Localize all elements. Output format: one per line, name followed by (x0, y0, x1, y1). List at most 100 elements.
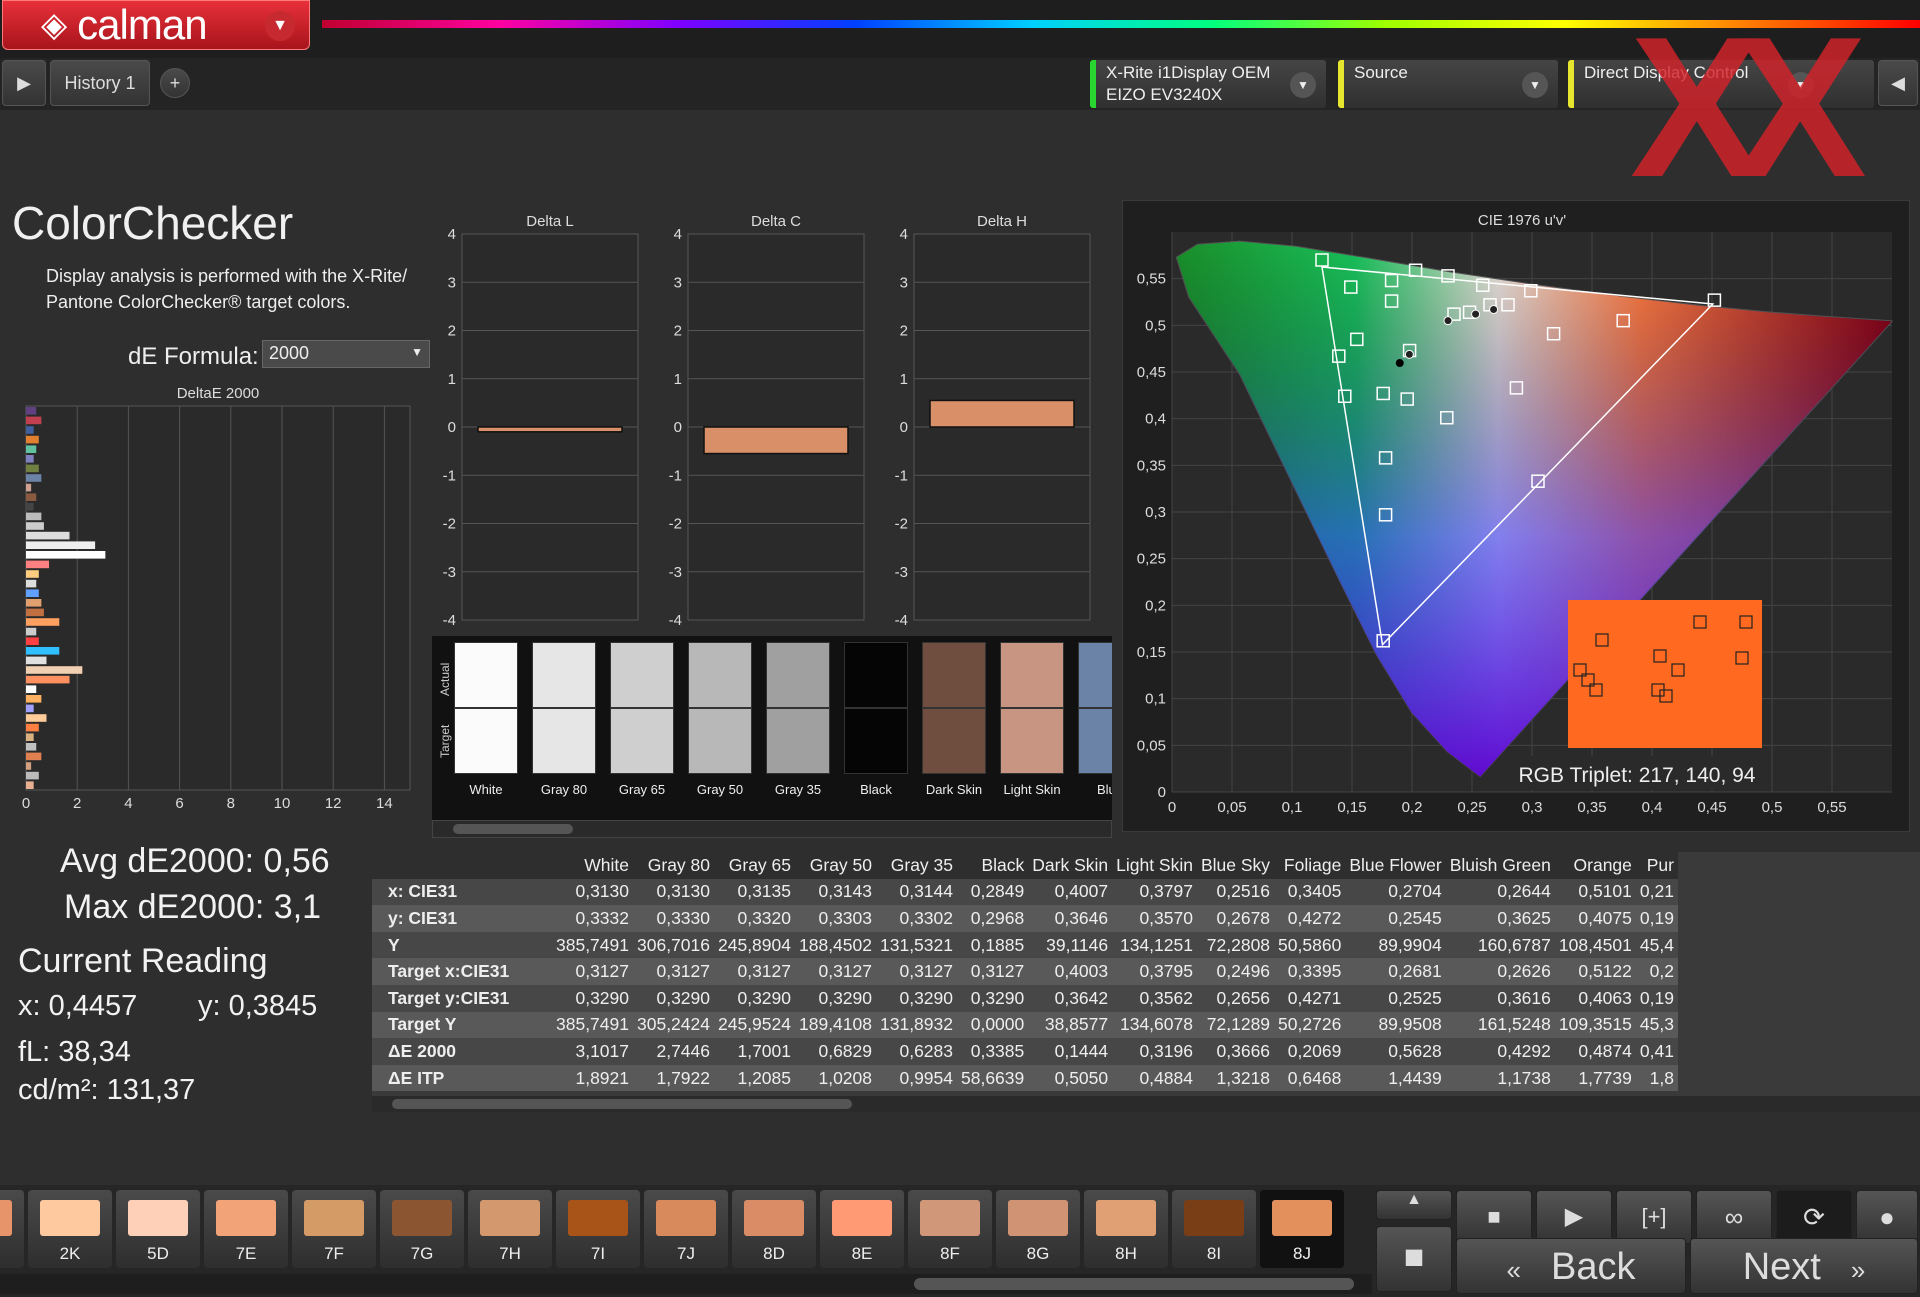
play-icon[interactable]: ▶ (2, 60, 46, 106)
column-header: Gray 80 (647, 854, 710, 875)
add-tab-button[interactable]: + (160, 68, 190, 98)
tab-history-label: History 1 (64, 72, 136, 93)
patch-scrollbar[interactable] (0, 1274, 1372, 1294)
back-button[interactable]: « Back (1456, 1238, 1686, 1294)
deltae-bar (26, 695, 42, 703)
y-tick-label: 0,5 (1145, 317, 1166, 334)
table-cell: 0,5122 (1578, 961, 1632, 982)
swatch-actual[interactable] (922, 642, 986, 708)
swatch-actual[interactable] (454, 642, 518, 708)
table-cell: 0,3290 (818, 987, 872, 1008)
column-header: Black (981, 854, 1025, 875)
deltae-bar (26, 666, 83, 674)
swatch-target[interactable] (454, 708, 518, 774)
scrollbar-thumb[interactable] (453, 824, 573, 834)
table-scrollbar[interactable] (372, 1096, 1920, 1112)
table-cell: 385,7491 (556, 934, 629, 955)
swatch-target[interactable] (1078, 708, 1112, 774)
patch-chip[interactable]: 7J (644, 1190, 728, 1268)
patch-chip[interactable]: 7F (292, 1190, 376, 1268)
tab-history[interactable]: History 1 (50, 60, 150, 106)
patch-chip[interactable]: 8F (908, 1190, 992, 1268)
swatch-actual[interactable] (688, 642, 752, 708)
swatch-label: Light Skin (1003, 782, 1061, 797)
play-icon[interactable]: ▶ (1536, 1190, 1612, 1244)
patch-chip[interactable]: 5D (116, 1190, 200, 1268)
rgb-triplet: RGB Triplet: 217, 140, 94 (1518, 764, 1756, 787)
current-x: x: 0,4457 (18, 990, 138, 1022)
source-selector[interactable]: Source ▼ (1338, 60, 1558, 108)
patch-chip[interactable]: 8H (1084, 1190, 1168, 1268)
swatch-target[interactable] (610, 708, 674, 774)
swatch-target[interactable] (1000, 708, 1064, 774)
refresh-icon[interactable]: ⟳ (1776, 1190, 1852, 1244)
patch-chip[interactable]: 2K (28, 1190, 112, 1268)
table-cell: 0,3143 (818, 881, 872, 902)
swatch-actual[interactable] (1000, 642, 1064, 708)
circle-icon[interactable]: ● (1856, 1190, 1918, 1244)
table-cell: 0,3302 (899, 907, 953, 928)
swatch-actual[interactable] (610, 642, 674, 708)
table-cell: 0,2516 (1216, 881, 1271, 902)
stop-square-icon[interactable]: ■ (1376, 1226, 1452, 1292)
swatch-actual[interactable] (844, 642, 908, 708)
y-tick-label: 3 (900, 274, 908, 291)
table-cell: 0,41 (1639, 1040, 1674, 1061)
row-label: ΔE 2000 (388, 1040, 457, 1061)
table-cell: 0,5050 (1054, 1067, 1109, 1088)
patch-chip[interactable]: 8J (1260, 1190, 1344, 1268)
patch-scrollbar-thumb[interactable] (914, 1278, 1354, 1290)
table-scrollbar-thumb[interactable] (392, 1099, 852, 1109)
measure-frame-icon[interactable]: [+] (1616, 1190, 1692, 1244)
patch-chip[interactable]: 2F (0, 1190, 24, 1268)
diamond-logo-icon: ◈ (41, 6, 68, 44)
chevron-down-icon[interactable]: ▼ (265, 11, 295, 41)
table-cell: 1,0208 (818, 1067, 872, 1088)
display-name: EIZO EV3240X (1106, 85, 1223, 104)
patch-chip[interactable]: 8D (732, 1190, 816, 1268)
swatch-target[interactable] (532, 708, 596, 774)
current-point (1395, 359, 1404, 368)
patch-label: 8E (851, 1244, 873, 1263)
table-cell: 0,3797 (1139, 881, 1193, 902)
table-cell: 0,6283 (899, 1040, 953, 1061)
swatch-actual[interactable] (766, 642, 830, 708)
patch-chip[interactable]: 7I (556, 1190, 640, 1268)
swatch-target[interactable] (922, 708, 986, 774)
table-cell: 38,8577 (1044, 1014, 1109, 1035)
patch-chip[interactable]: 8G (996, 1190, 1080, 1268)
patch-chip[interactable]: 7H (468, 1190, 552, 1268)
y-tick-label: -1 (669, 467, 682, 484)
results-table: White Gray 80 Gray 65 Gray 50 Gray 35 Black Da… (372, 852, 1920, 1112)
loop-icon[interactable]: ∞ (1696, 1190, 1772, 1244)
meter-selector[interactable]: X-Rite i1Display OEM EIZO EV3240X ▼ (1090, 60, 1326, 108)
de-formula-select[interactable]: 2000 ▼ (262, 340, 430, 368)
next-button[interactable]: Next » (1690, 1238, 1918, 1294)
swatch-target[interactable] (688, 708, 752, 774)
patch-swatch (656, 1200, 716, 1236)
swatch-actual[interactable] (1078, 642, 1112, 708)
x-tick-label: 6 (175, 795, 183, 812)
patch-chip[interactable]: 8I (1172, 1190, 1256, 1268)
up-arrow-icon[interactable]: ▲ (1376, 1190, 1452, 1220)
table-cell: 0,3666 (1216, 1040, 1271, 1061)
table-cell: 0,5101 (1578, 881, 1632, 902)
stop-icon[interactable]: ■ (1456, 1190, 1532, 1244)
swatch-scrollbar[interactable] (432, 820, 1112, 838)
patch-chip[interactable]: 8E (820, 1190, 904, 1268)
deltae-bar (26, 579, 37, 588)
swatch-actual[interactable] (532, 642, 596, 708)
table-cell: 0,3135 (737, 881, 791, 902)
y-tick-label: -2 (895, 516, 908, 533)
deltae-bar (26, 512, 42, 521)
swatch-target[interactable] (844, 708, 908, 774)
swatch-target[interactable] (766, 708, 830, 774)
table-cell: 0,3127 (575, 961, 629, 982)
patch-label: 7G (410, 1244, 434, 1263)
deltae-bar (26, 599, 42, 607)
patch-chip[interactable]: 7G (380, 1190, 464, 1268)
x-tick-label: 14 (376, 795, 393, 812)
deltae-bar (26, 589, 39, 597)
app-menu-button[interactable]: ◈ calman ▼ (2, 0, 310, 50)
patch-chip[interactable]: 7E (204, 1190, 288, 1268)
